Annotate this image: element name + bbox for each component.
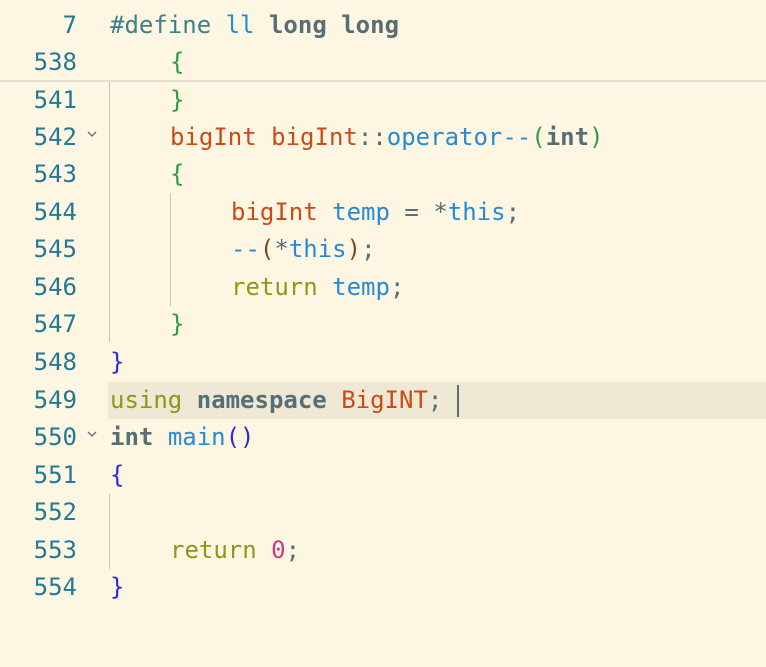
code-line-548[interactable]: 548 } bbox=[0, 344, 766, 381]
sticky-line-7[interactable]: 7 #define ll long long bbox=[0, 7, 766, 44]
code-text: { bbox=[170, 48, 185, 76]
line-number: 548 bbox=[33, 348, 77, 376]
code-line-542[interactable]: 542 bigInt bigInt::operator--(int) bbox=[0, 119, 766, 156]
line-number: 538 bbox=[33, 48, 77, 76]
code-line-550[interactable]: 550 int main() bbox=[0, 419, 766, 456]
line-number: 541 bbox=[33, 86, 77, 114]
line-number: 554 bbox=[33, 573, 77, 601]
line-number: 544 bbox=[33, 198, 77, 226]
chevron-down-icon[interactable] bbox=[86, 128, 98, 140]
code-line-545[interactable]: 545 --(*this); bbox=[0, 231, 766, 268]
code-text: bigInt bigInt::operator--(int) bbox=[170, 123, 604, 151]
line-number: 553 bbox=[33, 536, 77, 564]
code-line-546[interactable]: 546 return temp; bbox=[0, 269, 766, 306]
code-text: { bbox=[170, 160, 185, 188]
code-text: } bbox=[110, 348, 125, 376]
code-line-552[interactable]: 552 bbox=[0, 494, 766, 531]
chevron-down-icon[interactable] bbox=[86, 428, 98, 440]
line-number: 550 bbox=[33, 423, 77, 451]
code-text: return 0; bbox=[170, 536, 301, 564]
code-text: #define ll long long bbox=[110, 11, 400, 39]
code-line-551[interactable]: 551 { bbox=[0, 457, 766, 494]
code-text: } bbox=[170, 310, 185, 338]
code-text: bigInt temp = *this; bbox=[231, 198, 521, 226]
code-line-549[interactable]: 549 using namespace BigINT; bbox=[0, 382, 766, 419]
code-text: int main() bbox=[110, 423, 255, 451]
sticky-line-538[interactable]: 538 { bbox=[0, 44, 766, 81]
line-number: 543 bbox=[33, 160, 77, 188]
code-text: } bbox=[170, 86, 185, 114]
line-number: 546 bbox=[33, 273, 77, 301]
code-text: return temp; bbox=[231, 273, 405, 301]
code-line-543[interactable]: 543 { bbox=[0, 156, 766, 193]
line-number: 549 bbox=[33, 386, 77, 414]
code-line-547[interactable]: 547 } bbox=[0, 306, 766, 343]
code-line-541[interactable]: 541 } bbox=[0, 82, 766, 119]
code-text: --(*this); bbox=[231, 235, 376, 263]
line-number: 551 bbox=[33, 461, 77, 489]
line-number: 552 bbox=[33, 498, 77, 526]
code-text: { bbox=[110, 461, 125, 489]
text-cursor bbox=[457, 385, 459, 417]
line-number: 7 bbox=[62, 11, 77, 39]
code-text: } bbox=[110, 573, 125, 601]
line-number: 547 bbox=[33, 310, 77, 338]
line-number: 542 bbox=[33, 123, 77, 151]
code-line-544[interactable]: 544 bigInt temp = *this; bbox=[0, 194, 766, 231]
code-line-554[interactable]: 554 } bbox=[0, 569, 766, 606]
code-line-553[interactable]: 553 return 0; bbox=[0, 532, 766, 569]
line-number: 545 bbox=[33, 235, 77, 263]
code-text: using namespace BigINT; bbox=[110, 386, 443, 414]
